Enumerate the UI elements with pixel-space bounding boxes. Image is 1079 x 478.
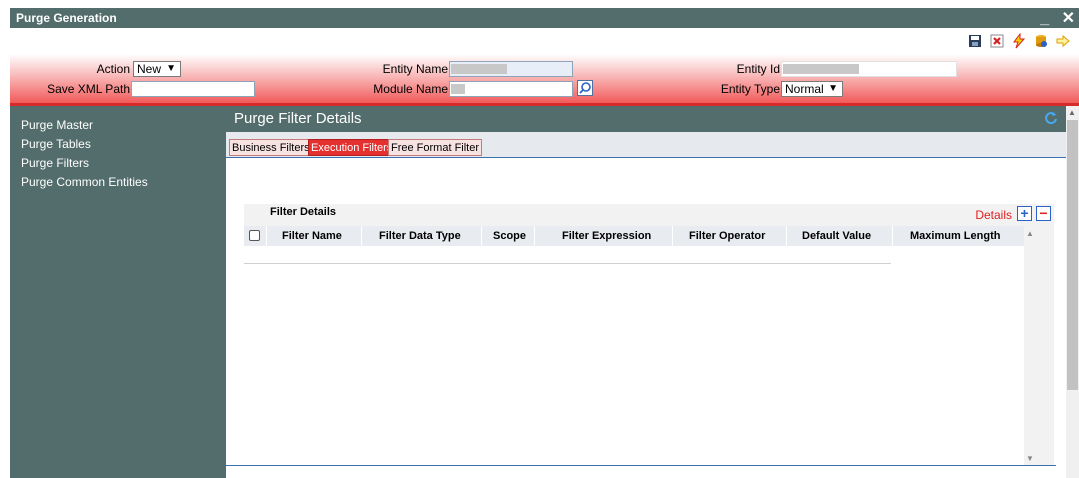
entity-id-input[interactable] — [781, 61, 957, 77]
entity-name-value-redacted — [451, 64, 507, 74]
tab-business-filters[interactable]: Business Filters — [229, 139, 313, 156]
sidebar: Purge Master Purge Tables Purge Filters … — [10, 106, 226, 478]
scroll-down-icon[interactable]: ▼ — [1026, 454, 1034, 463]
select-all-checkbox[interactable] — [249, 230, 260, 241]
refresh-icon[interactable] — [1044, 111, 1058, 125]
chevron-down-icon: ▼ — [166, 63, 176, 74]
action-select-value: New — [137, 62, 162, 76]
close-button[interactable]: ✕ — [1062, 10, 1075, 27]
module-name-value-redacted — [451, 84, 465, 94]
scrollbar-thumb[interactable] — [1067, 120, 1078, 390]
delete-icon[interactable] — [989, 33, 1005, 49]
section-title: Purge Filter Details — [234, 110, 362, 127]
search-icon — [579, 82, 591, 94]
entity-id-value-redacted — [783, 64, 859, 74]
main-panel: Purge Filter Details Business Filters Ex… — [226, 106, 1066, 478]
entity-id-label: Entity Id — [736, 62, 780, 76]
grid-header: Filter Name Filter Data Type Scope Filte… — [244, 226, 1024, 246]
sidebar-item-purge-common-entities[interactable]: Purge Common Entities — [21, 175, 148, 189]
sidebar-item-purge-tables[interactable]: Purge Tables — [21, 137, 91, 151]
purge-generation-window: Purge Generation _ ✕ Action New ▼ Save X… — [10, 8, 1079, 478]
page-scrollbar[interactable]: ▲ — [1066, 106, 1079, 478]
save-xml-path-input[interactable] — [131, 81, 255, 97]
entity-name-label: Entity Name — [382, 62, 448, 76]
entity-type-select-value: Normal — [785, 82, 824, 96]
sidebar-item-purge-master[interactable]: Purge Master — [21, 118, 93, 132]
action-select[interactable]: New ▼ — [133, 61, 181, 77]
column-header: Filter Data Type — [379, 230, 461, 242]
scroll-up-icon[interactable]: ▲ — [1026, 229, 1034, 238]
grid-scrollbar[interactable]: ▲ ▼ — [1024, 226, 1036, 466]
minimize-button[interactable]: _ — [1040, 10, 1049, 27]
chevron-down-icon: ▼ — [828, 83, 838, 94]
title-bar: Purge Generation _ ✕ — [10, 8, 1079, 28]
add-row-button[interactable]: + — [1017, 206, 1032, 221]
scroll-up-icon[interactable]: ▲ — [1068, 108, 1076, 117]
entity-header: Action New ▼ Save XML Path Entity Name M… — [10, 54, 1079, 106]
section-divider — [226, 465, 1056, 466]
module-name-lookup-button[interactable] — [577, 80, 593, 96]
column-header: Filter Name — [282, 230, 342, 242]
lightning-icon[interactable] — [1011, 33, 1027, 49]
column-header: Default Value — [802, 230, 872, 242]
entity-name-input[interactable] — [449, 61, 573, 77]
save-icon[interactable] — [967, 33, 983, 49]
sidebar-item-purge-filters[interactable]: Purge Filters — [21, 156, 89, 170]
entity-type-label: Entity Type — [720, 82, 780, 96]
database-icon[interactable] — [1033, 33, 1049, 49]
empty-row-divider — [244, 263, 891, 264]
column-header: Filter Operator — [689, 230, 766, 242]
column-header: Scope — [493, 230, 527, 242]
remove-row-button[interactable]: − — [1036, 206, 1051, 221]
details-link[interactable]: Details — [975, 208, 1012, 222]
filter-details-title: Filter Details — [270, 206, 337, 218]
module-name-label: Module Name — [373, 82, 448, 96]
filter-tabs: Business Filters Execution Filters Free … — [226, 132, 1066, 158]
entity-type-select[interactable]: Normal ▼ — [781, 81, 843, 97]
save-xml-path-label: Save XML Path — [47, 82, 130, 96]
action-label: Action — [96, 62, 130, 76]
window-controls: _ ✕ — [1032, 8, 1075, 28]
window-title: Purge Generation — [16, 11, 117, 25]
filter-grid-body — [244, 246, 1024, 466]
filter-details-panel: Filter Details Details + − Filter Name F… — [244, 204, 1054, 466]
column-header: Maximum Length — [910, 230, 1001, 242]
exit-arrow-icon[interactable] — [1055, 33, 1071, 49]
module-name-input[interactable] — [449, 81, 573, 97]
column-header: Filter Expression — [562, 230, 652, 242]
tab-free-format-filter[interactable]: Free Format Filter — [388, 139, 483, 156]
toolbar — [10, 28, 1079, 54]
section-header: Purge Filter Details — [226, 106, 1066, 132]
tab-execution-filters[interactable]: Execution Filters — [308, 139, 396, 156]
